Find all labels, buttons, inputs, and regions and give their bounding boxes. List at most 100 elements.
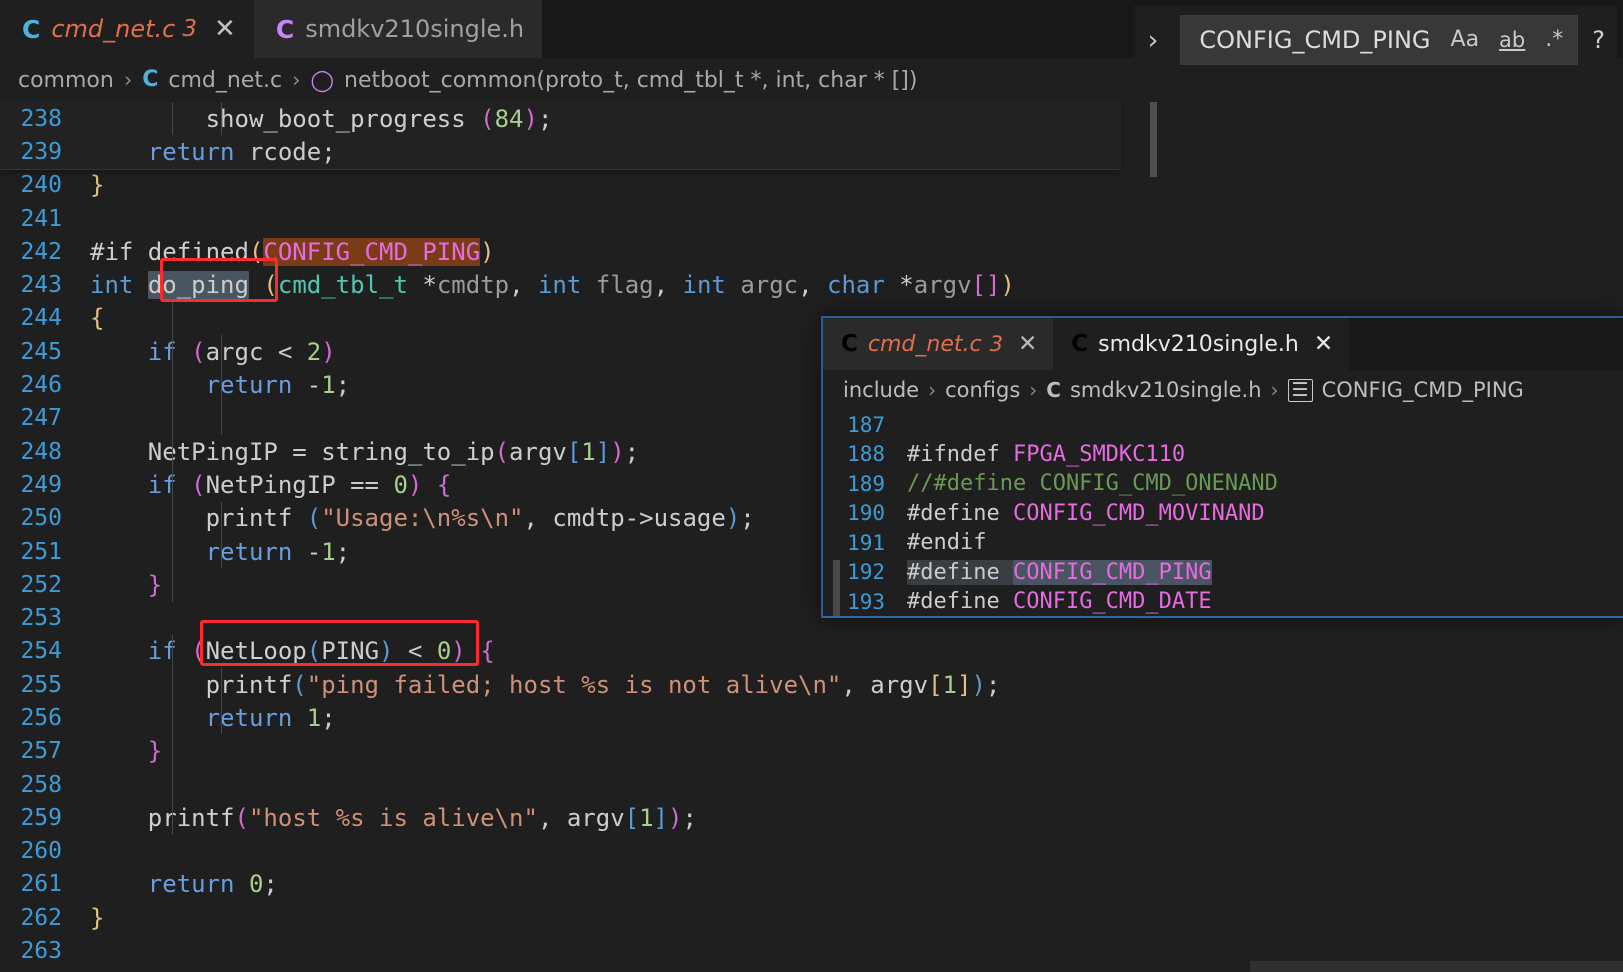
breadcrumb-item-configs[interactable]: configs xyxy=(945,378,1020,402)
code-line[interactable]: 193 #define CONFIG_CMD_DATE xyxy=(823,587,1623,616)
line-content: #if defined(CONFIG_CMD_PING) xyxy=(90,237,495,266)
code-line[interactable]: 187 xyxy=(823,410,1623,440)
tab-label: smdkv210single.h xyxy=(1098,331,1299,357)
peek-tab-bar: C cmd_net.c 3 ✕ C smdkv210single.h ✕ xyxy=(823,318,1623,370)
line-content: show_boot_progress (84); xyxy=(205,104,553,133)
code-line[interactable]: 243 int do_ping (cmd_tbl_t *cmdtp, int f… xyxy=(0,268,1623,301)
code-line[interactable]: 262 } xyxy=(0,901,1623,934)
line-content: { xyxy=(90,304,105,333)
code-line[interactable]: 240 } xyxy=(0,169,1623,202)
find-input[interactable]: CONFIG_CMD_PING Aa ab .* xyxy=(1180,15,1579,65)
code-line[interactable]: 255 printf("ping failed; host %s is not … xyxy=(0,668,1623,701)
selected-symbol: do_ping xyxy=(147,271,249,300)
code-line[interactable]: 194 xyxy=(823,617,1623,619)
symbol-constant-icon: ☰ xyxy=(1287,378,1313,402)
find-input-value[interactable]: CONFIG_CMD_PING xyxy=(1199,26,1430,54)
indent-guide xyxy=(221,502,222,568)
line-number: 258 xyxy=(20,771,62,798)
line-content: #define CONFIG_CMD_MOVINAND xyxy=(907,500,1265,526)
tab-smdkv210single-h[interactable]: C smdkv210single.h xyxy=(253,0,543,58)
chevron-right-icon: › xyxy=(123,68,133,92)
find-help-icon[interactable]: ? xyxy=(1592,26,1605,54)
line-content: } xyxy=(147,570,163,599)
close-icon[interactable]: ✕ xyxy=(1018,331,1037,357)
code-line[interactable]: 257 } xyxy=(0,735,1623,768)
code-line[interactable]: 238 show_boot_progress (84); xyxy=(0,102,1121,135)
editor-vertical-scrollbar[interactable] xyxy=(1150,102,1157,177)
editor-horizontal-scrollbar[interactable] xyxy=(1250,961,1623,972)
code-line[interactable]: 188 #ifndef FPGA_SMDKC110 xyxy=(823,440,1623,470)
code-line[interactable]: 259 printf("host %s is alive\n", argv[1]… xyxy=(0,801,1623,834)
chevron-right-icon[interactable]: › xyxy=(1140,25,1167,56)
line-number: 259 xyxy=(20,804,62,831)
line-content: #define CONFIG_CMD_DATE xyxy=(907,589,1212,615)
tab-label: smdkv210single.h xyxy=(305,15,525,43)
code-line[interactable]: 192 #define CONFIG_CMD_PING xyxy=(823,557,1623,587)
find-widget: › CONFIG_CMD_PING Aa ab .* ? xyxy=(1133,6,1617,74)
code-line[interactable]: 190 #define CONFIG_CMD_MOVINAND xyxy=(823,499,1623,529)
sticky-scroll-panel: 238 show_boot_progress (84); 239 return … xyxy=(0,102,1121,170)
code-line[interactable]: 239 return rcode; xyxy=(0,135,1121,168)
close-icon[interactable]: ✕ xyxy=(1314,331,1333,357)
line-content: printf ("Usage:\n%s\n", cmdtp->usage); xyxy=(205,504,755,533)
line-number: 249 xyxy=(20,471,62,498)
breadcrumb-item-include[interactable]: include xyxy=(843,378,919,402)
peek-tab-smdkv210single-h[interactable]: C smdkv210single.h ✕ xyxy=(1053,318,1350,370)
match-whole-word-toggle[interactable]: ab xyxy=(1499,29,1525,51)
line-content: return rcode; xyxy=(147,137,336,166)
use-regex-toggle[interactable]: .* xyxy=(1545,29,1563,51)
line-number: 256 xyxy=(20,704,62,731)
line-number: 242 xyxy=(20,238,62,265)
line-content: printf("host %s is alive\n", argv[1]); xyxy=(147,803,697,832)
line-number: 250 xyxy=(20,505,62,532)
indent-guide xyxy=(221,668,222,734)
code-line[interactable]: 256 return 1; xyxy=(0,701,1623,734)
line-number: 261 xyxy=(20,871,62,898)
code-line[interactable]: 191 #endif xyxy=(823,528,1623,558)
c-file-icon: C xyxy=(142,67,159,92)
chevron-right-icon: › xyxy=(292,68,301,92)
c-file-icon: C xyxy=(22,14,41,44)
code-line[interactable]: 260 xyxy=(0,835,1623,868)
tab-problem-count: 3 xyxy=(989,332,1003,356)
code-line[interactable]: 242 #if defined(CONFIG_CMD_PING) xyxy=(0,235,1623,268)
peek-tab-cmd-net-c[interactable]: C cmd_net.c 3 ✕ xyxy=(823,318,1054,370)
code-line[interactable]: 258 xyxy=(0,768,1623,801)
code-line[interactable]: 241 xyxy=(0,202,1623,235)
line-content: return -1; xyxy=(205,371,351,400)
line-number: 252 xyxy=(20,571,62,598)
line-number: 187 xyxy=(847,412,885,437)
line-number: 191 xyxy=(847,530,885,555)
tab-problem-count: 3 xyxy=(182,16,198,42)
peek-vertical-scrollbar[interactable] xyxy=(833,560,840,616)
breadcrumb-item-symbol[interactable]: netboot_common(proto_t, cmd_tbl_t *, int… xyxy=(344,68,917,93)
line-number: 262 xyxy=(20,904,62,931)
breadcrumb-item-file[interactable]: cmd_net.c xyxy=(168,68,282,93)
c-file-icon: C xyxy=(841,330,858,357)
peek-code-lines[interactable]: 187 188 #ifndef FPGA_SMDKC110 189 //#def… xyxy=(823,410,1623,619)
line-content: return 1; xyxy=(205,703,336,732)
line-content: } xyxy=(90,171,105,200)
line-number: 244 xyxy=(20,305,62,332)
c-file-icon: C xyxy=(275,14,295,44)
breadcrumb-item-common[interactable]: common xyxy=(18,68,114,93)
code-line[interactable]: 261 return 0; xyxy=(0,868,1623,901)
breadcrumb-item-file[interactable]: smdkv210single.h xyxy=(1070,378,1262,402)
breadcrumb-item-symbol[interactable]: CONFIG_CMD_PING xyxy=(1322,378,1524,402)
line-content: } xyxy=(147,737,163,766)
line-number: 190 xyxy=(847,501,885,526)
line-number: 246 xyxy=(20,372,62,399)
code-line[interactable]: 254 if (NetLoop(PING) < 0) { xyxy=(0,635,1623,668)
indent-guide xyxy=(172,635,173,835)
close-icon[interactable]: ✕ xyxy=(214,16,236,42)
line-content: return -1; xyxy=(205,537,351,566)
line-number: 257 xyxy=(20,738,62,765)
line-content: #define CONFIG_CMD_PING xyxy=(907,559,1212,585)
tab-cmd-net-c[interactable]: C cmd_net.c 3 ✕ xyxy=(0,0,254,58)
line-content: if (NetLoop(PING) < 0) { xyxy=(147,637,495,666)
line-number: 251 xyxy=(20,538,62,565)
line-content: #endif xyxy=(907,530,987,556)
match-case-toggle[interactable]: Aa xyxy=(1451,29,1480,51)
chevron-right-icon: › xyxy=(1270,378,1279,402)
code-line[interactable]: 189 //#define CONFIG_CMD_ONENAND xyxy=(823,469,1623,499)
